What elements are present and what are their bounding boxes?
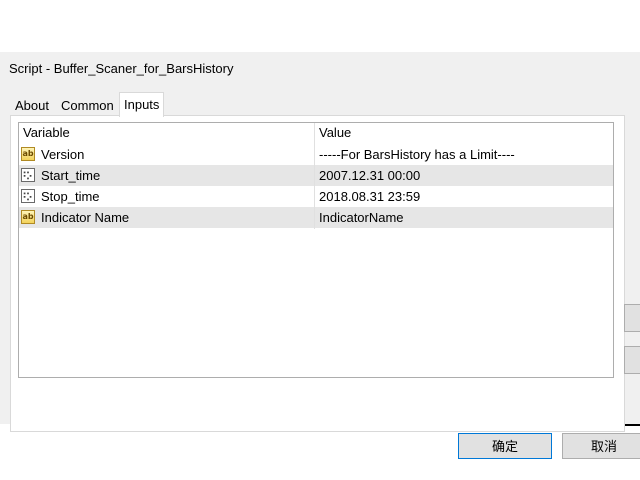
cancel-button[interactable]: 取消 [562,433,640,459]
inputs-grid: Variable Value ab Version -----For BarsH… [18,122,614,378]
tab-inputs[interactable]: Inputs [119,92,165,117]
calendar-icon [21,189,35,203]
tab-about[interactable]: About [12,96,52,116]
variable-value[interactable]: 2007.12.31 00:00 [319,165,420,186]
column-header-value[interactable]: Value [319,123,351,143]
calendar-icon [21,168,35,182]
column-header-variable[interactable]: Variable [23,123,70,143]
tab-common[interactable]: Common [58,96,117,116]
dialog-title: Script - Buffer_Scaner_for_BarsHistory [9,61,234,76]
table-row[interactable]: ab Version -----For BarsHistory has a Li… [19,144,613,165]
variable-name: Start_time [41,168,101,183]
side-button[interactable] [624,304,640,332]
table-row[interactable]: Stop_time 2018.08.31 23:59 [19,186,613,207]
variable-name: Version [41,147,85,162]
variable-name: Stop_time [41,189,100,204]
ab-string-icon: ab [21,210,35,224]
ab-string-icon: ab [21,147,35,161]
side-button[interactable] [624,346,640,374]
table-row[interactable]: Start_time 2007.12.31 00:00 [19,165,613,186]
variable-value[interactable]: -----For BarsHistory has a Limit---- [319,144,515,165]
ok-button[interactable]: 确定 [458,433,552,459]
variable-name: Indicator Name [41,210,130,225]
table-row[interactable]: ab Indicator Name IndicatorName [19,207,613,228]
variable-value[interactable]: IndicatorName [319,207,404,228]
column-divider[interactable] [314,123,315,229]
variable-value[interactable]: 2018.08.31 23:59 [319,186,420,207]
